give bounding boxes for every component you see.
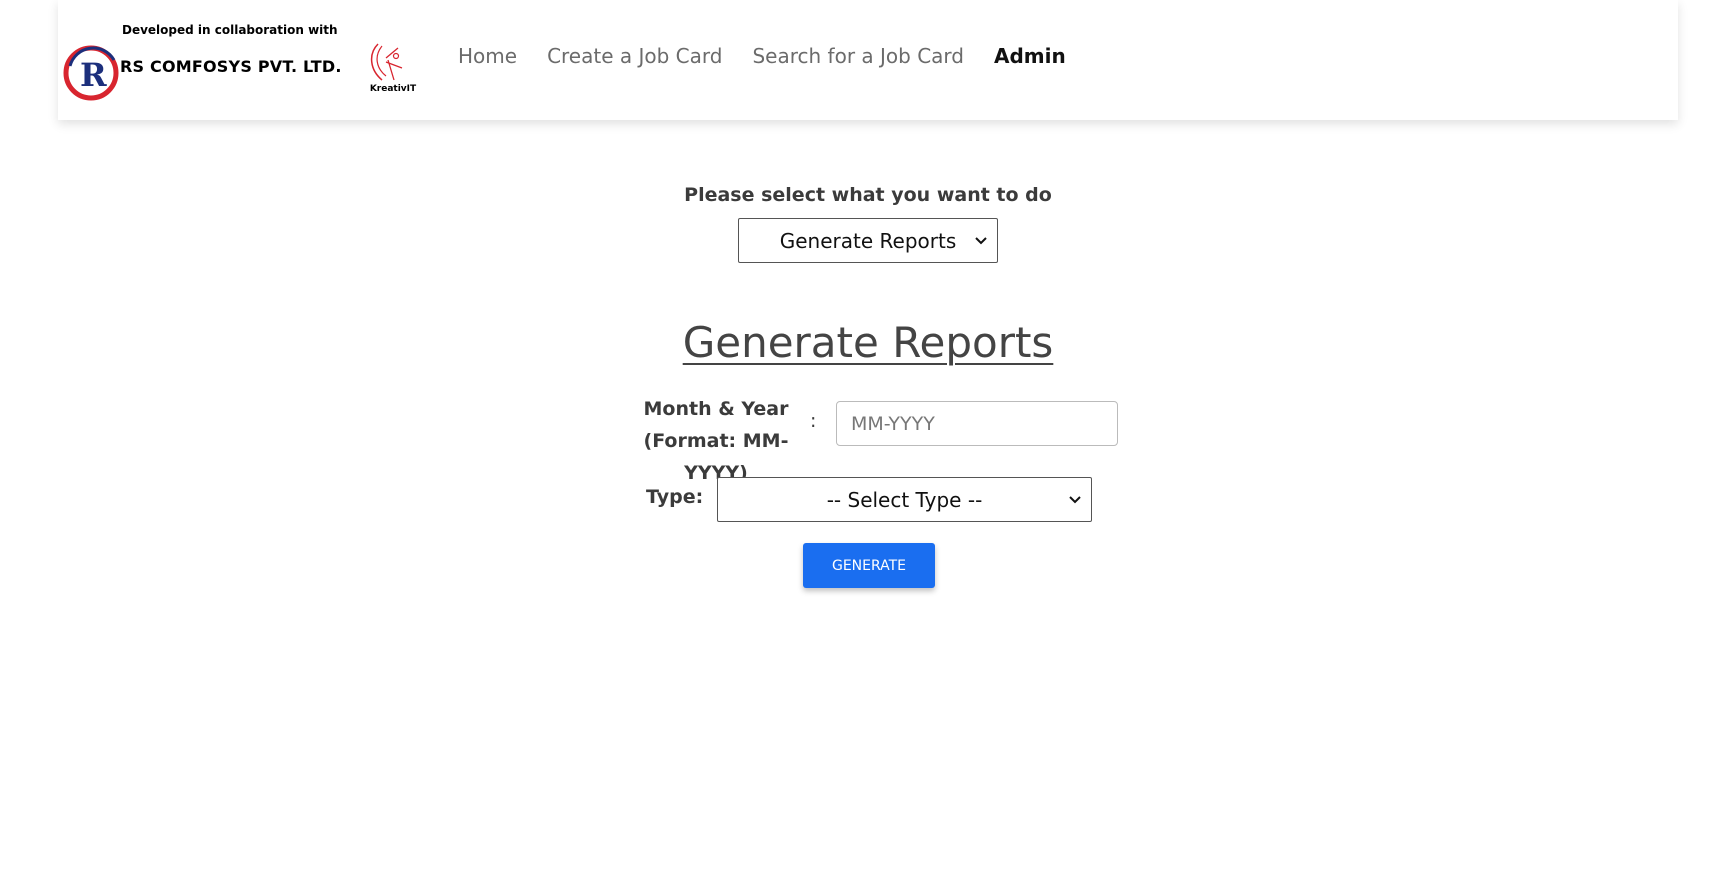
action-select-value: Generate Reports (779, 228, 957, 253)
kreativit-logo (370, 43, 403, 81)
nav-create-job-card[interactable]: Create a Job Card (547, 44, 722, 68)
svg-text:R: R (80, 56, 107, 94)
top-navbar: Developed in collaboration with R RS COM… (58, 0, 1678, 120)
generate-button[interactable]: GENERATE (803, 543, 935, 588)
collab-caption: Developed in collaboration with (122, 23, 338, 37)
partner-name: KreativIT (369, 84, 417, 94)
main-nav: Home Create a Job Card Search for a Job … (458, 44, 1066, 68)
chevron-down-icon (1069, 495, 1081, 503)
type-select[interactable]: -- Select Type -- (717, 477, 1092, 522)
type-select-value: -- Select Type -- (826, 487, 983, 512)
month-year-input[interactable] (836, 401, 1118, 446)
nav-admin[interactable]: Admin (994, 44, 1066, 68)
nav-home[interactable]: Home (458, 44, 517, 68)
nav-search-job-card[interactable]: Search for a Job Card (752, 44, 964, 68)
month-year-colon: : (810, 410, 817, 432)
rs-comfosys-logo: R (63, 45, 119, 101)
chevron-down-icon (975, 236, 987, 244)
section-title: Generate Reports (682, 318, 1054, 367)
type-label: Type: (646, 486, 704, 508)
month-year-label: Month & Year (Format: MM-YYYY) (643, 398, 789, 484)
action-prompt: Please select what you want to do (684, 184, 1052, 206)
action-select[interactable]: Generate Reports (738, 218, 998, 263)
company-name: RS COMFOSYS PVT. LTD. (120, 57, 342, 76)
